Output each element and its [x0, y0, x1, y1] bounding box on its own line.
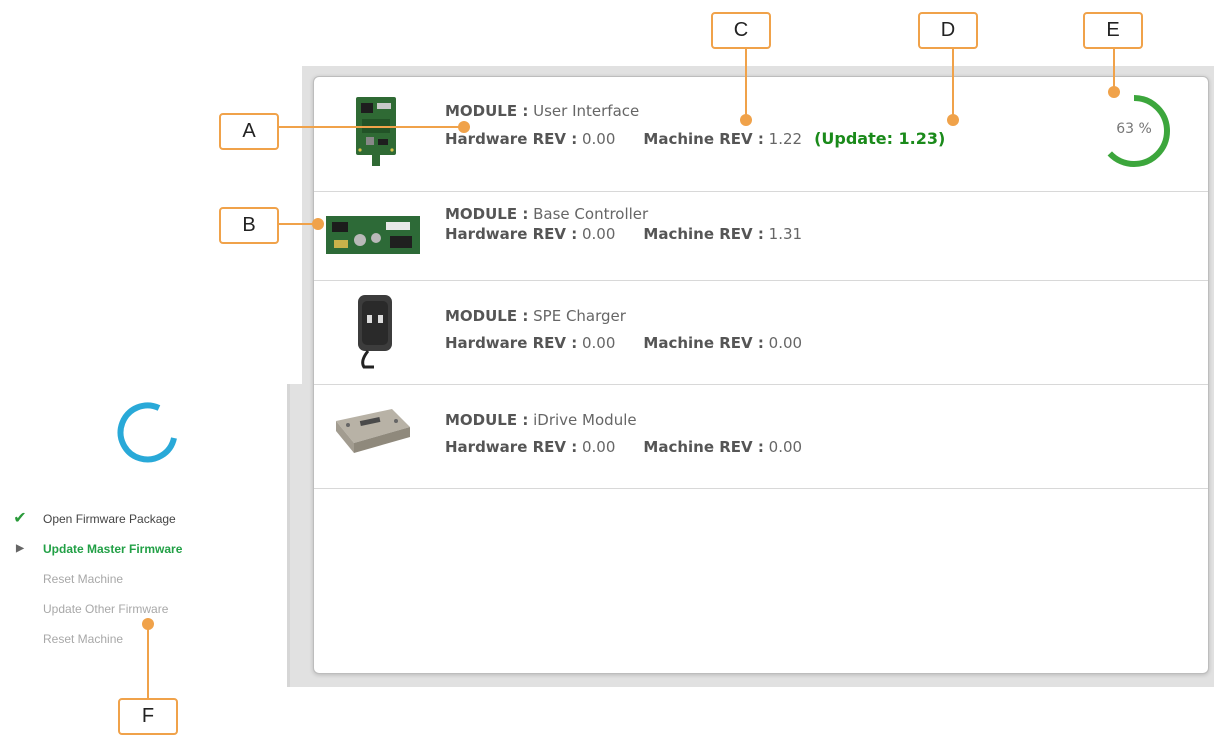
step-open-firmware-package: ✔ Open Firmware Package — [10, 510, 182, 540]
base-controller-board-image — [326, 216, 420, 254]
machine-rev-label: Machine REV : — [643, 438, 764, 456]
step-label: Reset Machine — [43, 572, 124, 586]
module-label: MODULE : — [445, 102, 529, 120]
module-row-base-controller[interactable]: MODULE : Base Controller Hardware REV : … — [314, 192, 1208, 281]
module-label: MODULE : — [445, 307, 529, 325]
step-label: Update Master Firmware — [43, 542, 183, 556]
progress-percent: 63 % — [1116, 121, 1152, 137]
hardware-rev-value: 0.00 — [582, 438, 616, 456]
module-label: MODULE : — [445, 411, 529, 429]
step-label: Open Firmware Package — [43, 512, 176, 526]
leader-dot-a — [458, 121, 470, 133]
idrive-module-image — [336, 409, 410, 453]
hardware-rev-value: 0.00 — [582, 130, 616, 148]
module-name: SPE Charger — [533, 307, 626, 325]
leader-line-d — [952, 48, 954, 120]
leader-dot-f — [142, 618, 154, 630]
module-row-idrive-module[interactable]: MODULE : iDrive Module Hardware REV : 0.… — [314, 385, 1208, 489]
machine-rev-value: 1.22 — [768, 130, 803, 148]
module-list: MODULE : User Interface Hardware REV : 0… — [313, 76, 1209, 674]
leader-dot-c — [740, 114, 752, 126]
module-info: MODULE : User Interface Hardware REV : 0… — [445, 102, 945, 148]
step-reset-machine: Reset Machine — [10, 630, 182, 660]
update-version-note: (Update: 1.23) — [814, 129, 946, 148]
leader-line-f — [147, 624, 149, 700]
callout-c: C — [711, 12, 771, 49]
hardware-rev-value: 0.00 — [582, 334, 616, 352]
step-update-other-firmware: Update Other Firmware — [10, 600, 182, 630]
module-label: MODULE : — [445, 205, 529, 223]
leader-dot-b — [312, 218, 324, 230]
hardware-rev-label: Hardware REV : — [445, 334, 578, 352]
module-row-spe-charger[interactable]: MODULE : SPE Charger Hardware REV : 0.00… — [314, 281, 1208, 385]
user-interface-board-image — [356, 97, 396, 166]
callout-b: B — [219, 207, 279, 244]
module-name: Base Controller — [533, 205, 649, 223]
module-name: iDrive Module — [533, 411, 637, 429]
loading-spinner-icon — [117, 402, 177, 463]
hardware-rev-label: Hardware REV : — [445, 225, 578, 243]
callout-d: D — [918, 12, 978, 49]
firmware-step-list: ✔ Open Firmware Package ▶ Update Master … — [10, 510, 182, 660]
machine-rev-value: 0.00 — [768, 438, 803, 456]
leader-line-c — [745, 48, 747, 120]
machine-rev-value: 1.31 — [768, 225, 803, 243]
module-info: MODULE : iDrive Module Hardware REV : 0.… — [445, 411, 802, 456]
callout-e: E — [1083, 12, 1143, 49]
module-info: MODULE : SPE Charger Hardware REV : 0.00… — [445, 307, 802, 352]
leader-dot-e — [1108, 86, 1120, 98]
module-info: MODULE : Base Controller Hardware REV : … — [445, 205, 802, 243]
step-label: Reset Machine — [43, 632, 124, 646]
step-reset-machine: Reset Machine — [10, 570, 182, 600]
callout-f: F — [118, 698, 178, 735]
checkmark-icon: ✔ — [13, 510, 27, 527]
callout-a: A — [219, 113, 279, 150]
leader-line-a — [278, 126, 464, 128]
machine-rev-label: Machine REV : — [643, 225, 764, 243]
sidebar-divider — [287, 384, 290, 687]
step-update-master-firmware: ▶ Update Master Firmware — [10, 540, 182, 570]
machine-rev-value: 0.00 — [768, 334, 803, 352]
leader-dot-d — [947, 114, 959, 126]
spe-charger-image — [358, 295, 392, 369]
hardware-rev-label: Hardware REV : — [445, 438, 578, 456]
step-label: Update Other Firmware — [43, 602, 169, 616]
machine-rev-label: Machine REV : — [643, 334, 764, 352]
machine-rev-label: Machine REV : — [643, 130, 764, 148]
module-name: User Interface — [533, 102, 640, 120]
module-row-user-interface[interactable]: MODULE : User Interface Hardware REV : 0… — [314, 77, 1208, 192]
play-arrow-icon: ▶ — [16, 543, 24, 554]
hardware-rev-value: 0.00 — [582, 225, 616, 243]
